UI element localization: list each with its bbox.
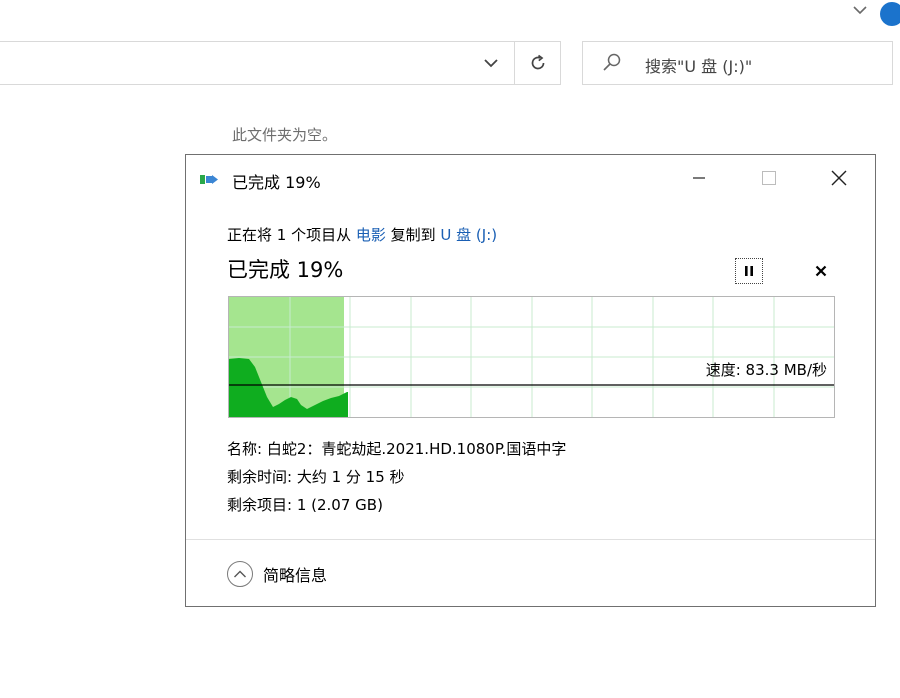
copy-description: 正在将 1 个项目从 电影 复制到 U 盘 (J:) [227,224,497,245]
copy-prefix: 正在将 1 个项目从 [227,226,356,244]
chevron-down-icon[interactable] [848,2,872,22]
chevron-down-icon [484,59,498,68]
chevron-up-icon [227,561,253,587]
refresh-icon [531,54,545,70]
fewer-details-label: 简略信息 [263,566,328,585]
close-icon [831,170,847,186]
copy-middle: 复制到 [385,226,441,244]
copy-progress-dialog: 已完成 19% 正在将 1 个项目从 电影 复制到 U 盘 (J:) 已完成 1… [185,154,876,607]
maximize-button [734,155,804,201]
search-input[interactable]: 搜索"U 盘 (J:)" [582,41,893,85]
address-history-dropdown[interactable] [469,42,513,84]
source-folder-link[interactable]: 电影 [356,226,386,244]
items-remaining-line: 剩余项目: 1 (2.07 GB) [227,496,383,514]
speed-graph-canvas [229,297,834,417]
maximize-icon [762,171,776,185]
copy-transfer-icon [200,175,218,184]
minimize-button[interactable] [664,155,734,201]
progress-heading: 已完成 19% [227,258,344,282]
fewer-details-toggle[interactable]: 简略信息 [227,559,327,589]
close-button[interactable] [804,155,874,201]
search-icon [603,53,621,71]
cancel-copy-button[interactable] [810,258,832,284]
explorer-top-strip [0,0,900,36]
help-icon[interactable] [880,2,900,26]
pause-icon [745,266,753,276]
dialog-divider [186,539,875,540]
minimize-icon [693,177,705,179]
address-bar[interactable] [0,41,561,85]
transfer-speed-graph: 速度: 83.3 MB/秒 [228,296,835,418]
pause-button[interactable] [735,258,763,284]
time-remaining-line: 剩余时间: 大约 1 分 15 秒 [227,468,405,486]
speed-label: 速度: 83.3 MB/秒 [705,361,827,379]
refresh-button[interactable] [514,42,561,84]
close-icon [815,265,827,277]
empty-folder-message: 此文件夹为空。 [232,126,338,144]
destination-drive-link[interactable]: U 盘 (J:) [440,226,497,244]
file-name-line: 名称: 白蛇2：青蛇劫起.2021.HD.1080P.国语中字 [227,440,567,458]
dialog-title: 已完成 19% [232,173,321,192]
search-placeholder: 搜索"U 盘 (J:)" [645,57,753,76]
